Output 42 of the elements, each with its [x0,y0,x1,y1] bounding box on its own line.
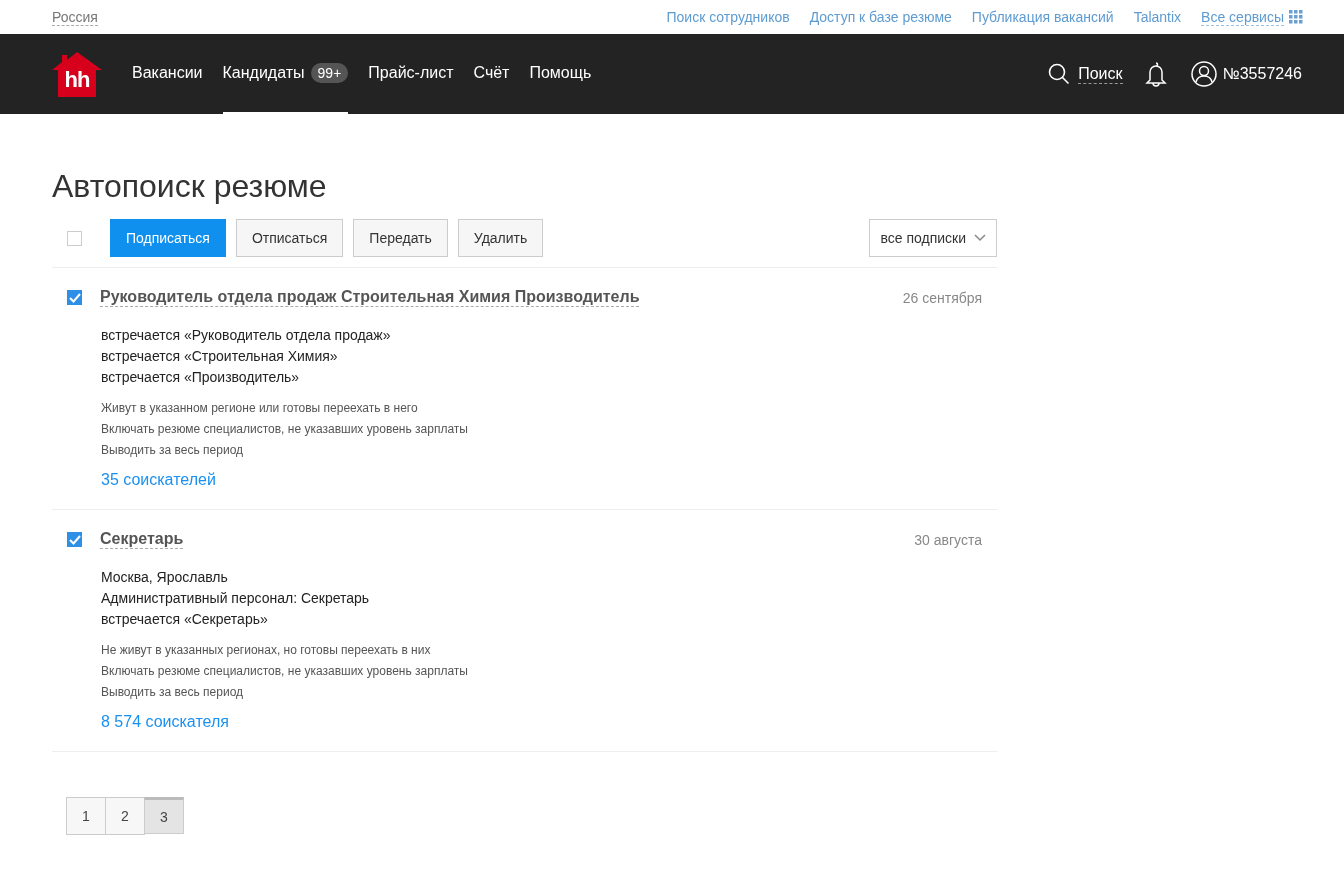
page-link[interactable]: 1 [66,797,106,835]
subscription-title[interactable]: Секретарь [100,530,184,549]
page-title: Автопоиск резюме [52,168,328,205]
action-button[interactable]: Удалить [457,219,544,257]
nav-tab[interactable]: Вакансии [132,34,203,114]
page-link[interactable]: 2 [105,797,145,835]
bell-icon[interactable] [1144,61,1167,87]
search-criterion: встречается «Производитель» [101,368,301,387]
search-criterion: Москва, Ярославль [101,568,229,587]
search-criterion: встречается «Руководитель отдела продаж» [101,326,392,345]
nav-tab[interactable]: Помощь [529,34,592,114]
user-icon[interactable] [1190,61,1217,87]
search-icon [1048,63,1071,85]
page-link[interactable]: 3 [144,797,184,834]
nav-tab[interactable]: Кандидаты 99+ [222,34,349,114]
filter-dropdown[interactable]: все подписки [869,219,997,257]
count-badge: 99+ [310,63,349,83]
nav-tab[interactable]: Счёт [473,34,510,114]
search-criterion: встречается «Строительная Химия» [101,347,339,366]
logo[interactable]: hh [52,51,102,97]
search-link[interactable]: Поиск [1078,64,1123,84]
search-criterion: встречается «Секретарь» [101,610,269,629]
grid-icon [1289,10,1303,24]
action-button[interactable]: Отписаться [235,219,344,257]
nav-tab[interactable]: Прайс-лист [368,34,454,114]
subscription-title[interactable]: Руководитель отдела продаж Строительная Химия Производитель [100,288,640,307]
search-option: Включать резюме специалистов, не указавших уровень зарплаты [101,661,997,682]
search-criterion: Административный персонал: Секретарь [101,589,371,608]
region-link[interactable]: Россия [52,8,98,26]
search-option: Живут в указанном регионе или готовы переехать в него [101,398,997,419]
search-option: Включать резюме специалистов, не указавших уровень зарплаты [101,419,997,440]
subscription-date: 30 августа [914,531,982,548]
search-option: Выводить за весь период [101,440,997,461]
item-checkbox[interactable] [67,532,82,547]
item-checkbox[interactable] [67,290,82,305]
chevron-down-icon [974,234,986,242]
search-option: Не живут в указанных регионах, но готовы переехать в них [101,640,997,661]
account-number[interactable]: №3557246 [1222,65,1302,83]
select-all-checkbox[interactable] [67,230,82,246]
search-option: Выводить за весь период [101,682,997,703]
action-button[interactable]: Передать [353,219,448,257]
subscription-date: 26 сентября [902,289,982,306]
